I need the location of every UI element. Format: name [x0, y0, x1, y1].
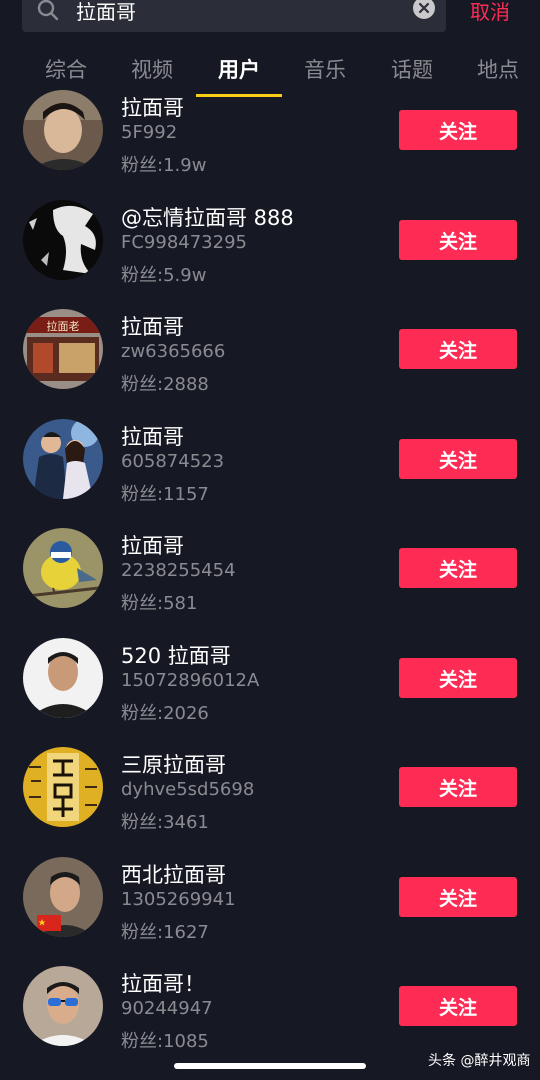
user-row[interactable]: 三原拉面哥 dyhve5sd5698 粉丝:3461 关注 — [0, 739, 540, 849]
search-input[interactable]: 拉面哥 — [76, 0, 136, 25]
avatar[interactable]: 拉面老 — [23, 309, 103, 389]
user-id: 2238255454 — [121, 560, 236, 581]
user-name: 三原拉面哥 — [121, 753, 226, 777]
follow-button[interactable]: 关注 — [399, 877, 517, 917]
tab-topics[interactable]: 话题 — [391, 54, 433, 84]
follow-button[interactable]: 关注 — [399, 439, 517, 479]
follow-button[interactable]: 关注 — [399, 329, 517, 369]
user-row[interactable]: 520 拉面哥 15072896012A 粉丝:2026 关注 — [0, 630, 540, 740]
user-row[interactable]: 拉面哥 5F992 粉丝:1.9w 关注 — [0, 82, 540, 192]
follower-count: 粉丝:5.9w — [121, 265, 207, 286]
avatar[interactable] — [23, 966, 103, 1046]
follower-count: 粉丝:2026 — [121, 703, 209, 724]
follow-button[interactable]: 关注 — [399, 548, 517, 588]
follower-count: 粉丝:1627 — [121, 922, 209, 943]
avatar-calligraphy-image — [23, 747, 103, 827]
follow-button[interactable]: 关注 — [399, 110, 517, 150]
avatar[interactable] — [23, 200, 103, 280]
user-id: FC998473295 — [121, 232, 247, 253]
user-name: 拉面哥 — [121, 315, 184, 339]
avatar-shopfront-image: 拉面老 — [23, 309, 103, 389]
user-id: 1305269941 — [121, 889, 236, 910]
svg-text:拉面老: 拉面老 — [47, 319, 80, 333]
follower-count: 粉丝:3461 — [121, 812, 209, 833]
user-row[interactable]: 西北拉面哥 1305269941 粉丝:1627 关注 — [0, 849, 540, 959]
user-name: 拉面哥 — [121, 534, 184, 558]
avatar[interactable] — [23, 90, 103, 170]
clear-icon[interactable] — [412, 0, 436, 20]
user-row[interactable]: 拉面哥 2238255454 粉丝:581 关注 — [0, 520, 540, 630]
home-indicator[interactable] — [174, 1063, 366, 1069]
user-name: 520 拉面哥 — [121, 644, 231, 668]
avatar-man-sunglasses-image — [23, 966, 103, 1046]
user-id: 5F992 — [121, 122, 178, 143]
user-name: 拉面哥 — [121, 96, 184, 120]
user-row[interactable]: @忘情拉面哥 888 FC998473295 粉丝:5.9w 关注 — [0, 192, 540, 302]
avatar-couple-image — [23, 419, 103, 499]
search-icon — [37, 0, 59, 21]
follow-button[interactable]: 关注 — [399, 658, 517, 698]
user-id: dyhve5sd5698 — [121, 779, 255, 800]
follow-button[interactable]: 关注 — [399, 220, 517, 260]
avatar[interactable] — [23, 419, 103, 499]
avatar[interactable] — [23, 638, 103, 718]
user-row[interactable]: 拉面老 拉面哥 zw6365666 粉丝:2888 关注 — [0, 301, 540, 411]
tab-music[interactable]: 音乐 — [304, 54, 346, 84]
tab-users[interactable]: 用户 — [218, 54, 260, 84]
avatar[interactable] — [23, 857, 103, 937]
follower-count: 粉丝:581 — [121, 593, 198, 614]
avatar[interactable] — [23, 747, 103, 827]
watermark: 头条 @醉井观商 — [428, 1053, 531, 1069]
user-name: 拉面哥 — [121, 425, 184, 449]
avatar-man-with-flag-image — [23, 857, 103, 937]
follower-count: 粉丝:2888 — [121, 374, 209, 395]
user-id: 90244947 — [121, 998, 213, 1019]
avatar-portrait-image — [23, 90, 103, 170]
user-name: @忘情拉面哥 888 — [121, 206, 294, 230]
user-row[interactable]: 拉面哥 605874523 粉丝:1157 关注 — [0, 411, 540, 521]
avatar-bird-image — [23, 528, 103, 608]
user-id: 15072896012A — [121, 670, 260, 691]
follower-count: 粉丝:1157 — [121, 484, 209, 505]
cancel-button[interactable]: 取消 — [470, 0, 510, 25]
follower-count: 粉丝:1.9w — [121, 155, 207, 176]
search-bar[interactable]: 拉面哥 — [22, 0, 446, 32]
tab-comprehensive[interactable]: 综合 — [45, 54, 87, 84]
user-id: zw6365666 — [121, 341, 226, 362]
tab-places[interactable]: 地点 — [477, 54, 519, 84]
user-name: 西北拉面哥 — [121, 863, 226, 887]
user-id: 605874523 — [121, 451, 225, 472]
user-name: 拉面哥！ — [121, 972, 205, 996]
avatar-man-image — [23, 638, 103, 718]
avatar[interactable] — [23, 528, 103, 608]
follow-button[interactable]: 关注 — [399, 986, 517, 1026]
follower-count: 粉丝:1085 — [121, 1031, 209, 1052]
tab-videos[interactable]: 视频 — [131, 54, 173, 84]
avatar-silhouette-image — [23, 200, 103, 280]
follow-button[interactable]: 关注 — [399, 767, 517, 807]
